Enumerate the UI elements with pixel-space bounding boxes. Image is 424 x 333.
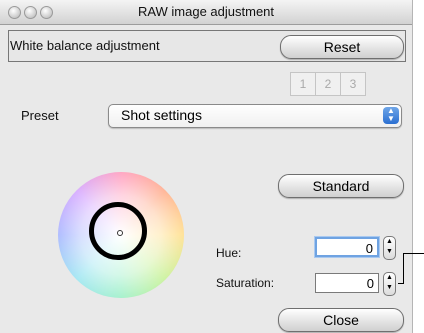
saturation-input[interactable]: 0 xyxy=(315,273,379,293)
hue-stepper-icon[interactable]: ▲ ▼ xyxy=(383,236,396,260)
callout-line xyxy=(403,253,424,254)
reset-button[interactable]: Reset xyxy=(280,35,404,59)
preset-slot-3[interactable]: 3 xyxy=(341,73,365,95)
callout-line-vertical xyxy=(403,253,404,283)
callout-line-end xyxy=(398,283,404,284)
preset-slot-1[interactable]: 1 xyxy=(291,73,316,95)
raw-adjustment-window: RAW image adjustment White balance adjus… xyxy=(0,0,413,333)
saturation-label: Saturation: xyxy=(216,276,275,290)
window-title: RAW image adjustment xyxy=(137,4,275,19)
preset-select-value: Shot settings xyxy=(121,107,202,123)
up-down-arrows-icon: ▲ ▼ xyxy=(383,107,399,124)
white-balance-label: White balance adjustment xyxy=(10,38,160,53)
preset-select[interactable]: Shot settings ▲ ▼ xyxy=(108,104,402,128)
hue-input[interactable]: 0 xyxy=(315,237,379,257)
close-button[interactable]: Close xyxy=(278,308,404,332)
preset-label: Preset xyxy=(21,108,59,123)
hue-label: Hue: xyxy=(216,246,242,260)
title-bar[interactable]: RAW image adjustment xyxy=(0,0,412,25)
preset-slot-tabs: 1 2 3 xyxy=(290,72,366,96)
standard-button[interactable]: Standard xyxy=(278,174,404,198)
wheel-center-point xyxy=(117,230,123,236)
saturation-stepper-icon[interactable]: ▲ ▼ xyxy=(383,272,396,296)
preset-slot-2[interactable]: 2 xyxy=(316,73,341,95)
